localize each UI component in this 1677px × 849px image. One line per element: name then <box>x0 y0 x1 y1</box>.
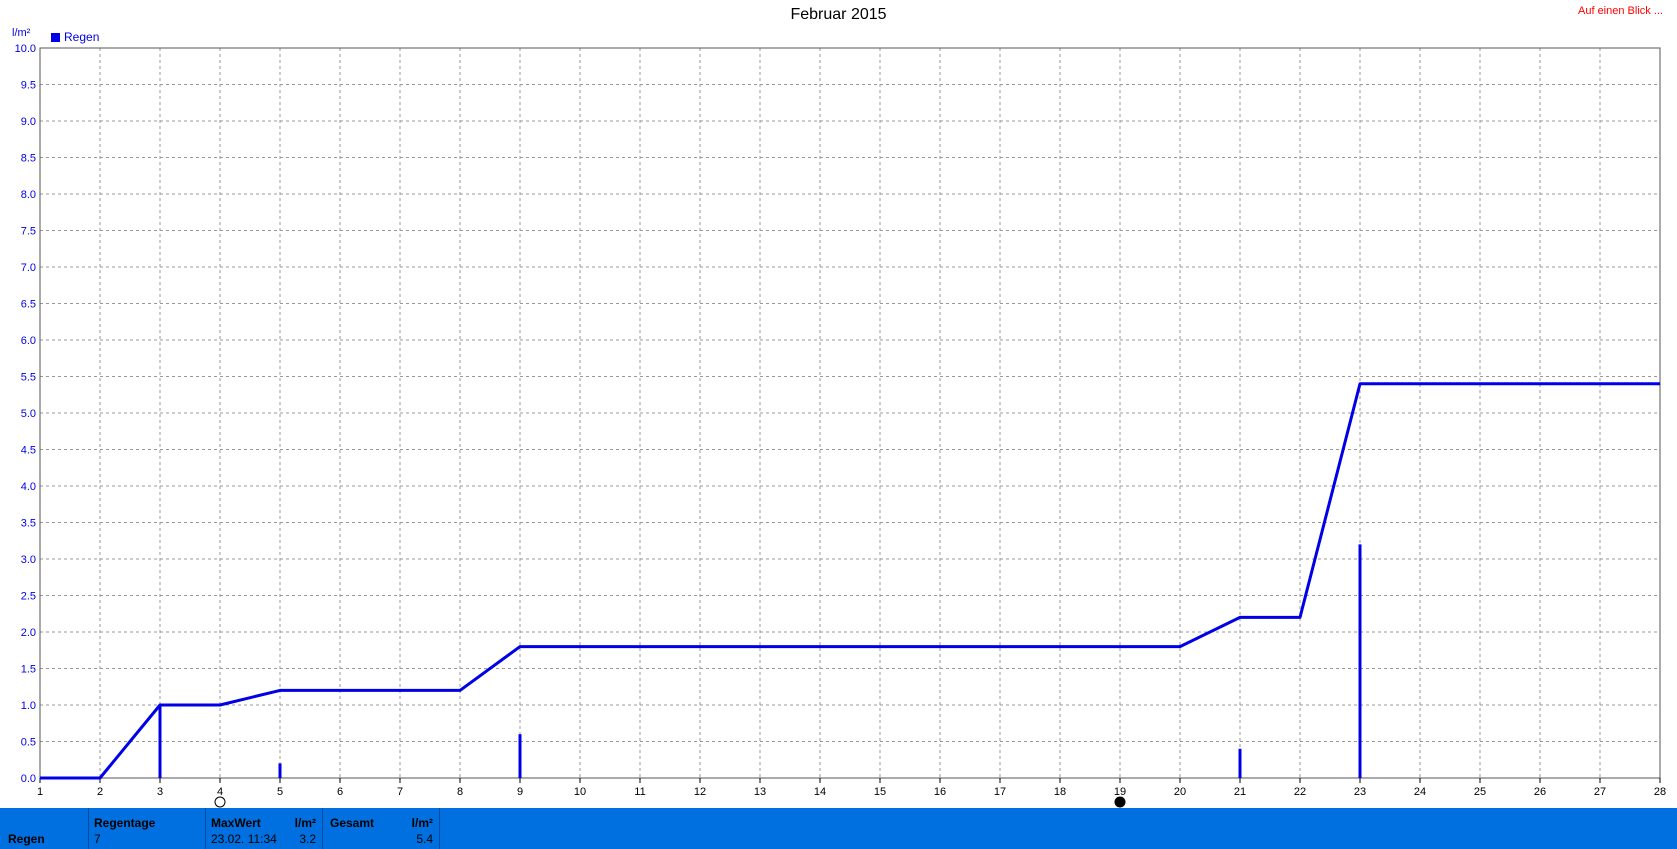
total-cell: Gesamt l/m² 5.4 <box>323 808 440 849</box>
grid-lines <box>39 47 1661 779</box>
x-tick-label: 25 <box>1474 786 1486 798</box>
x-tick-label: 13 <box>754 786 766 798</box>
x-tick-label: 6 <box>337 786 343 798</box>
legend-label-regen: Regen <box>64 30 99 44</box>
x-tick-label: 16 <box>934 786 946 798</box>
x-tick-label: 21 <box>1234 786 1246 798</box>
max-value-header: MaxWert <box>211 816 261 830</box>
rain-chart: 0.0 0.5 1.0 1.5 2.0 2.5 3.0 3.5 4.0 4.5 5.0 5.5 6.0 6… <box>12 27 1666 808</box>
total-value: 5.4 <box>416 832 433 846</box>
y-tick-label: 3.5 <box>21 518 36 530</box>
y-axis-unit: l/m² <box>12 27 31 39</box>
x-tick-label: 17 <box>994 786 1006 798</box>
y-tick-label: 7.0 <box>21 262 36 274</box>
y-tick-label: 6.0 <box>21 335 36 347</box>
x-tick-label: 11 <box>634 786 645 798</box>
summary-row-label-cell: Regen <box>0 808 89 849</box>
cumulative-rain-line <box>40 382 1660 780</box>
y-tick-label: 8.0 <box>21 189 36 201</box>
y-tick-label: 6.5 <box>21 299 36 311</box>
x-tick-label: 20 <box>1174 786 1186 798</box>
x-tick-label: 8 <box>457 786 463 798</box>
x-tick-label: 23 <box>1354 786 1366 798</box>
full-moon-icon <box>214 796 226 808</box>
x-tick-label: 1 <box>37 786 43 798</box>
x-tick-label: 18 <box>1054 786 1066 798</box>
x-tick-label: 28 <box>1654 786 1666 798</box>
rain-days-cell: Regentage 7 <box>89 808 206 849</box>
x-tick-label: 26 <box>1534 786 1546 798</box>
y-tick-labels: 0.0 0.5 1.0 1.5 2.0 2.5 3.0 3.5 4.0 4.5 5.0 5.5 6.0 6… <box>15 43 36 785</box>
y-tick-label: 0.0 <box>21 773 36 785</box>
cumulative-rain-series <box>40 382 1660 780</box>
x-tick-label: 10 <box>574 786 586 798</box>
y-tick-label: 1.0 <box>21 700 36 712</box>
total-unit: l/m² <box>411 816 433 830</box>
summary-bar: Regen Regentage 7 MaxWert l/m² 23.02. 11… <box>0 808 1677 849</box>
y-tick-label: 7.5 <box>21 226 36 238</box>
x-tick-label: 14 <box>814 786 826 798</box>
x-tick-label: 27 <box>1594 786 1606 798</box>
max-value-cell: MaxWert l/m² 23.02. 11:34 3.2 <box>206 808 323 849</box>
legend-swatch-regen <box>51 33 60 42</box>
x-tick-label: 2 <box>97 786 103 798</box>
y-tick-label: 2.5 <box>21 591 36 603</box>
new-moon-icon <box>1114 796 1126 808</box>
x-tick-labels: 1 2 3 4 5 6 7 8 9 10 11 12 13 14 15 16 17 18 19 20 21 22 23 24 2… <box>37 778 1666 798</box>
total-header: Gesamt <box>330 816 375 830</box>
y-tick-label: 9.0 <box>21 116 36 128</box>
max-value-amount: 3.2 <box>299 832 316 846</box>
y-tick-label: 9.5 <box>21 80 36 92</box>
x-tick-label: 4 <box>217 786 223 798</box>
y-tick-label: 5.5 <box>21 372 36 384</box>
rain-days-value: 7 <box>94 832 101 846</box>
y-tick-label: 8.5 <box>21 153 36 165</box>
y-tick-label: 1.5 <box>21 664 36 676</box>
y-tick-label: 4.5 <box>21 445 36 457</box>
x-tick-label: 24 <box>1414 786 1426 798</box>
rain-days-header: Regentage <box>94 816 156 830</box>
x-tick-label: 9 <box>517 786 523 798</box>
y-tick-label: 2.0 <box>21 627 36 639</box>
x-tick-label: 12 <box>694 786 706 798</box>
legend: Regen <box>51 30 99 44</box>
x-tick-label: 7 <box>397 786 403 798</box>
y-tick-label: 3.0 <box>21 554 36 566</box>
moon-phase-markers <box>214 796 1126 808</box>
x-tick-label: 22 <box>1294 786 1306 798</box>
max-value-unit: l/m² <box>294 816 316 830</box>
x-tick-label: 5 <box>277 786 283 798</box>
summary-row-label: Regen <box>8 832 45 846</box>
x-tick-label: 19 <box>1114 786 1126 798</box>
x-tick-label: 3 <box>157 786 163 798</box>
max-value-date: 23.02. 11:34 <box>211 832 277 846</box>
x-tick-label: 15 <box>874 786 886 798</box>
y-tick-label: 4.0 <box>21 481 36 493</box>
y-tick-label: 10.0 <box>15 43 36 55</box>
y-tick-label: 0.5 <box>21 737 36 749</box>
y-tick-label: 5.0 <box>21 408 36 420</box>
